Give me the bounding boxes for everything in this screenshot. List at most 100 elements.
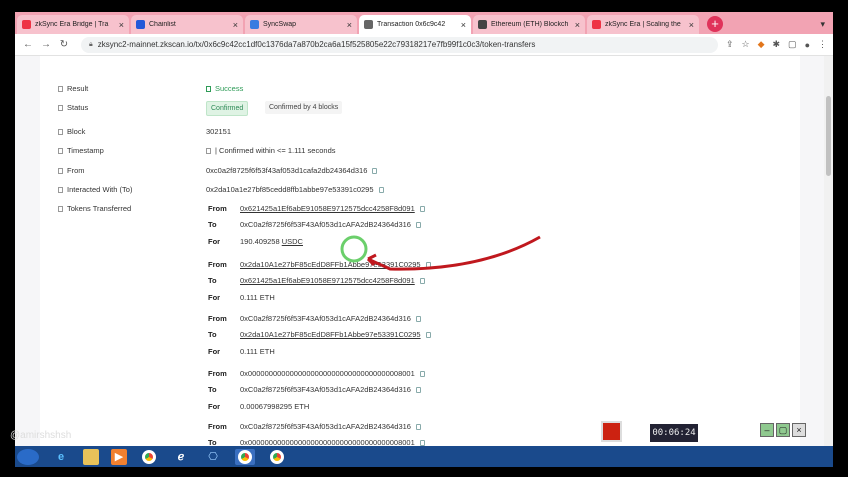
tab-close-icon[interactable]: × bbox=[347, 20, 352, 30]
transfer-from-address[interactable]: 0xC0a2f8725f6f53F43Af053d1cAFA2dB24364d3… bbox=[240, 314, 421, 323]
transaction-card: Result Success Status Confirmed Confirme… bbox=[40, 56, 800, 447]
help-icon[interactable] bbox=[58, 148, 63, 154]
menu-icon[interactable]: ⋮ bbox=[818, 39, 827, 50]
url-text: zksync2-mainnet.zkscan.io/tx/0x6c9c42cc1… bbox=[97, 40, 536, 49]
amount-value: 0.111 bbox=[240, 347, 258, 356]
tab-close-icon[interactable]: × bbox=[461, 20, 466, 30]
chrome-profile-icon-2[interactable] bbox=[267, 449, 287, 465]
bookmark-star-icon[interactable]: ☆ bbox=[742, 39, 750, 50]
new-tab-button[interactable]: + bbox=[707, 16, 723, 32]
copy-icon[interactable] bbox=[425, 332, 431, 338]
metamask-icon[interactable]: ◆ bbox=[758, 39, 765, 50]
from-address[interactable]: 0xc0a2f8725f6f53f43af053d1cafa2db24364d3… bbox=[206, 166, 378, 175]
page-scrollbar[interactable] bbox=[824, 56, 833, 446]
address-text[interactable]: 0x621425a1Ef6abE91058E9712575dcc4258F8d0… bbox=[240, 204, 415, 213]
tokens-transferred-label: Tokens Transferred bbox=[58, 204, 131, 213]
copy-icon[interactable] bbox=[415, 424, 421, 430]
address-text[interactable]: 0xC0a2f8725f6f53F43Af053d1cAFA2dB24364d3… bbox=[240, 220, 411, 229]
transfer-for-label: For bbox=[208, 293, 221, 302]
token-symbol-link[interactable]: USDC bbox=[282, 237, 303, 246]
share-icon[interactable]: ⇪ bbox=[726, 39, 734, 50]
transfer-from-address[interactable]: 0x00000000000000000000000000000000000080… bbox=[240, 369, 425, 378]
ie-icon[interactable]: e bbox=[51, 449, 71, 465]
start-button[interactable] bbox=[17, 448, 39, 465]
transfer-from-label: From bbox=[208, 204, 227, 213]
taskbar: e ▶ ℯ ⎔ bbox=[15, 446, 833, 467]
copy-icon[interactable] bbox=[378, 187, 384, 193]
browser-tab[interactable]: Chainlist × bbox=[131, 15, 243, 34]
transfer-to-address[interactable]: 0xC0a2f8725f6f53F43Af053d1cAFA2dB24364d3… bbox=[240, 385, 421, 394]
transfer-from-address[interactable]: 0xC0a2f8725f6f53F43Af053d1cAFA2dB24364d3… bbox=[240, 422, 421, 431]
transfer-amount: 0.00067998295 ETH bbox=[240, 402, 309, 411]
help-icon[interactable] bbox=[58, 129, 63, 135]
file-explorer-icon[interactable] bbox=[83, 448, 99, 465]
tab-favicon-icon bbox=[136, 20, 145, 29]
copy-icon[interactable] bbox=[372, 168, 378, 174]
browser-tab[interactable]: Transaction 0x6c9c42 × bbox=[359, 15, 471, 34]
browser-tab[interactable]: Ethereum (ETH) Blockch × bbox=[473, 15, 585, 34]
address-text[interactable]: 0x00000000000000000000000000000000000080… bbox=[240, 369, 415, 378]
tab-close-icon[interactable]: × bbox=[119, 20, 124, 30]
profile-icon[interactable]: ● bbox=[805, 40, 810, 50]
watermark: @amirshshsh bbox=[10, 430, 72, 441]
address-text[interactable]: 0x2da10A1e27bF85cEdD8FFb1Abbe97e53391C02… bbox=[240, 330, 421, 339]
tab-close-icon[interactable]: × bbox=[233, 20, 238, 30]
transfer-for-label: For bbox=[208, 402, 221, 411]
record-button[interactable] bbox=[601, 421, 622, 442]
token-symbol-link[interactable]: ETH bbox=[260, 347, 275, 356]
copy-icon[interactable] bbox=[415, 316, 421, 322]
reload-icon[interactable]: ↻ bbox=[57, 39, 71, 50]
help-icon[interactable] bbox=[58, 206, 63, 212]
browser-tab[interactable]: SyncSwap × bbox=[245, 15, 357, 34]
address-text[interactable]: 0xC0a2f8725f6f53F43Af053d1cAFA2dB24364d3… bbox=[240, 422, 411, 431]
extensions-icon[interactable]: ✱ bbox=[773, 39, 781, 50]
transfer-from-address[interactable]: 0x621425a1Ef6abE91058E9712575dcc4258F8d0… bbox=[240, 204, 425, 213]
tab-close-icon[interactable]: × bbox=[575, 20, 580, 30]
minimize-icon[interactable]: – bbox=[760, 423, 774, 437]
help-icon[interactable] bbox=[58, 86, 63, 92]
copy-icon[interactable] bbox=[419, 371, 425, 377]
chrome-icon[interactable] bbox=[139, 449, 159, 465]
address-text[interactable]: 0xC0a2f8725f6f53F43Af053d1cAFA2dB24364d3… bbox=[240, 314, 411, 323]
cursor-highlight bbox=[340, 235, 368, 263]
forward-icon[interactable]: → bbox=[39, 39, 53, 50]
help-icon[interactable] bbox=[58, 168, 63, 174]
browser-tab[interactable]: zkSync Era Bridge | Tra × bbox=[17, 15, 129, 34]
help-icon[interactable] bbox=[58, 105, 63, 111]
edge-icon[interactable]: ℯ bbox=[171, 449, 191, 465]
copy-icon[interactable] bbox=[415, 222, 421, 228]
close-icon[interactable]: × bbox=[792, 423, 806, 437]
tab-search-icon[interactable]: ▾ bbox=[820, 19, 825, 30]
interacted-address[interactable]: 0x2da10a1e27bf85cedd8ffb1abbe97e53391c02… bbox=[206, 185, 384, 194]
transfer-to-address[interactable]: 0xC0a2f8725f6f53F43Af053d1cAFA2dB24364d3… bbox=[240, 220, 421, 229]
transfer-to-label: To bbox=[208, 220, 217, 229]
url-field[interactable]: 🔒︎ zksync2-mainnet.zkscan.io/tx/0x6c9c42… bbox=[81, 36, 718, 53]
media-player-icon[interactable]: ▶ bbox=[111, 448, 127, 465]
token-symbol-link[interactable]: ETH bbox=[260, 293, 275, 302]
transfer-for-label: For bbox=[208, 237, 221, 246]
back-icon[interactable]: ← bbox=[21, 39, 35, 50]
tab-title: Chainlist bbox=[149, 21, 176, 28]
maximize-icon[interactable]: ▢ bbox=[776, 423, 790, 437]
timestamp-label: Timestamp bbox=[58, 146, 104, 155]
page-content: Result Success Status Confirmed Confirme… bbox=[15, 56, 833, 447]
token-symbol-link[interactable]: ETH bbox=[294, 402, 309, 411]
browser-tab[interactable]: zkSync Era | Scaling the × bbox=[587, 15, 699, 34]
help-icon[interactable] bbox=[58, 187, 63, 193]
chrome-profile-icon[interactable] bbox=[235, 448, 255, 465]
tab-close-icon[interactable]: × bbox=[689, 20, 694, 30]
block-value[interactable]: 302151 bbox=[206, 127, 231, 136]
copy-icon[interactable] bbox=[419, 206, 425, 212]
tab-bar: zkSync Era Bridge | Tra × Chainlist × SyncSw… bbox=[15, 12, 833, 34]
tab-favicon-icon bbox=[364, 20, 373, 29]
address-text[interactable]: 0xC0a2f8725f6f53F43Af053d1cAFA2dB24364d3… bbox=[240, 385, 411, 394]
transfer-to-label: To bbox=[208, 385, 217, 394]
copy-icon[interactable] bbox=[415, 387, 421, 393]
transfer-from-label: From bbox=[208, 422, 227, 431]
transfer-to-address[interactable]: 0x2da10A1e27bF85cEdD8FFb1Abbe97e53391C02… bbox=[240, 330, 431, 339]
transfer-amount: 0.111 ETH bbox=[240, 347, 275, 356]
side-panel-icon[interactable]: ▢ bbox=[788, 39, 797, 50]
network-app-icon[interactable]: ⎔ bbox=[203, 449, 223, 465]
scroll-thumb[interactable] bbox=[826, 96, 831, 176]
tab-favicon-icon bbox=[592, 20, 601, 29]
